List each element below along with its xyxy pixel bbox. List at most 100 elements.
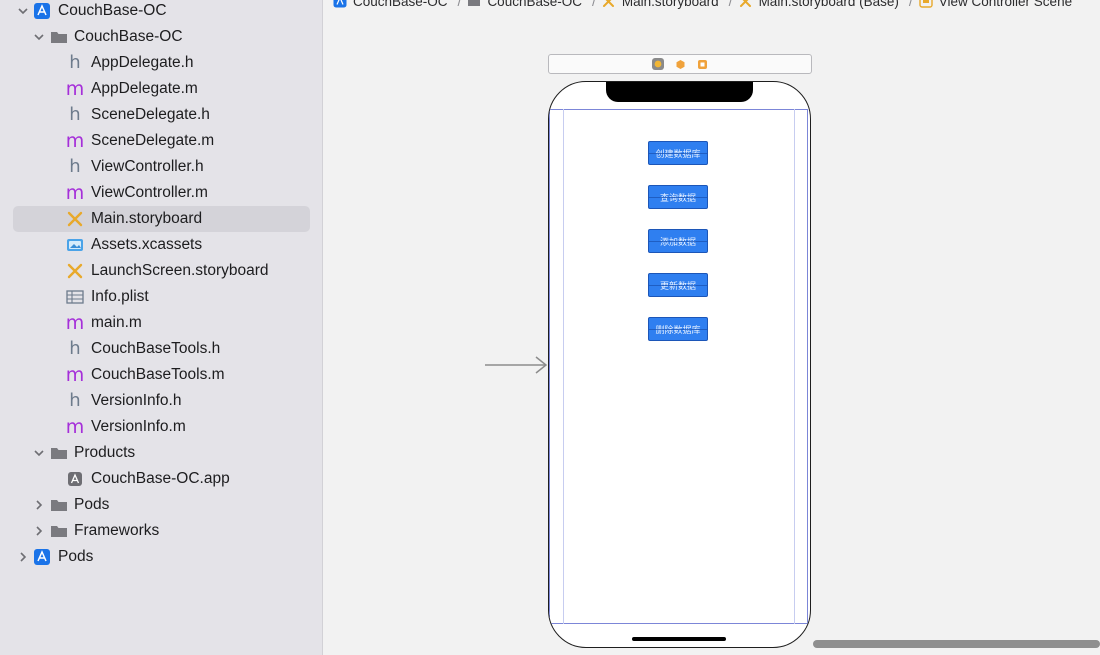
- query-data-button[interactable]: 查询数据: [648, 185, 708, 209]
- file-row[interactable]: Assets.xcassets: [0, 232, 322, 258]
- file-label: ViewController.h: [91, 158, 204, 175]
- file-label: Assets.xcassets: [91, 236, 203, 253]
- file-label: Info.plist: [91, 288, 149, 305]
- file-label: CouchBaseTools.m: [91, 366, 225, 383]
- view-controller-icon[interactable]: [652, 58, 664, 70]
- file-label: main.m: [91, 314, 142, 331]
- file-row[interactable]: m SceneDelegate.m: [0, 128, 322, 154]
- storyboard-icon: [66, 210, 84, 228]
- plist-icon: [66, 288, 84, 306]
- exit-icon[interactable]: [696, 58, 708, 70]
- product-app-row[interactable]: CouchBase-OC.app: [0, 466, 322, 492]
- file-label: VersionInfo.m: [91, 418, 186, 435]
- chevron-down-icon[interactable]: [16, 4, 30, 18]
- update-data-button[interactable]: 更新数据: [648, 273, 708, 297]
- jumpbar-separator: /: [457, 0, 462, 9]
- chevron-down-icon[interactable]: [32, 30, 46, 44]
- file-label: CouchBaseTools.h: [91, 340, 221, 357]
- file-row[interactable]: m ViewController.m: [0, 180, 322, 206]
- device-frame: 创建数据库 查询数据 添加数据 更新数据 删除数据库: [548, 81, 811, 648]
- pods-project-label: Pods: [58, 548, 94, 565]
- header-file-icon: h: [69, 52, 81, 73]
- pods-group-label: Pods: [74, 496, 110, 513]
- objc-file-icon: m: [65, 415, 85, 438]
- file-row[interactable]: m AppDelegate.m: [0, 76, 322, 102]
- file-label: AppDelegate.h: [91, 54, 194, 71]
- folder-icon: [467, 0, 481, 8]
- file-row[interactable]: LaunchScreen.storyboard: [0, 258, 322, 284]
- first-responder-icon[interactable]: [674, 58, 686, 70]
- frameworks-label: Frameworks: [74, 522, 160, 539]
- chevron-right-icon[interactable]: [32, 498, 46, 512]
- file-row[interactable]: h CouchBaseTools.h: [0, 336, 322, 362]
- create-database-button[interactable]: 创建数据库: [648, 141, 708, 165]
- file-row[interactable]: h VersionInfo.h: [0, 388, 322, 414]
- xcode-project-icon: [333, 0, 347, 8]
- jumpbar-crumb-label: View Controller Scene: [938, 0, 1073, 9]
- file-row[interactable]: m VersionInfo.m: [0, 414, 322, 440]
- home-indicator: [632, 637, 726, 641]
- file-label: Main.storyboard: [91, 210, 203, 227]
- scene-dock: [548, 54, 812, 74]
- storyboard-icon: [66, 262, 84, 280]
- jumpbar-separator: /: [591, 0, 596, 9]
- folder-icon: [50, 496, 68, 514]
- objc-file-icon: m: [65, 181, 85, 204]
- jumpbar-separator: /: [728, 0, 733, 9]
- jumpbar-crumb[interactable]: View Controller Scene: [919, 0, 1072, 9]
- folder-icon: [50, 28, 68, 46]
- scene-icon: [919, 0, 933, 8]
- objc-file-icon: m: [65, 311, 85, 334]
- jumpbar-crumb[interactable]: CouchBase-OC: [333, 0, 448, 9]
- project-navigator: CouchBase-OC CouchBase-OC h AppDelegate.…: [0, 0, 323, 655]
- folder-icon: [50, 444, 68, 462]
- product-app-label: CouchBase-OC.app: [91, 470, 230, 487]
- file-row[interactable]: h ViewController.h: [0, 154, 322, 180]
- delete-database-button[interactable]: 删除数据库: [648, 317, 708, 341]
- header-file-icon: h: [69, 390, 81, 411]
- nav-pods-project-row[interactable]: Pods: [0, 544, 322, 570]
- asset-catalog-icon: [66, 236, 84, 254]
- products-label: Products: [74, 444, 136, 461]
- file-row[interactable]: h SceneDelegate.h: [0, 102, 322, 128]
- objc-file-icon: m: [65, 77, 85, 100]
- app-product-icon: [66, 470, 84, 488]
- file-row-selected[interactable]: Main.storyboard: [0, 206, 322, 232]
- jumpbar-crumb[interactable]: CouchBase-OC: [467, 0, 582, 9]
- chevron-right-icon[interactable]: [16, 550, 30, 564]
- file-row[interactable]: m CouchBaseTools.m: [0, 362, 322, 388]
- file-row[interactable]: Info.plist: [0, 284, 322, 310]
- add-data-button[interactable]: 添加数据: [648, 229, 708, 253]
- jump-bar: CouchBase-OC / CouchBase-OC / Main.story…: [323, 0, 1100, 9]
- horizontal-scrollbar[interactable]: [813, 640, 1100, 648]
- xcode-project-icon: [33, 2, 51, 20]
- file-label: SceneDelegate.m: [91, 132, 215, 149]
- file-label: LaunchScreen.storyboard: [91, 262, 269, 279]
- objc-file-icon: m: [65, 363, 85, 386]
- file-label: VersionInfo.h: [91, 392, 182, 409]
- jumpbar-crumb[interactable]: Main.storyboard: [602, 0, 719, 9]
- jumpbar-separator: /: [908, 0, 913, 9]
- jumpbar-crumb-label: CouchBase-OC: [487, 0, 582, 9]
- nav-frameworks-row[interactable]: Frameworks: [0, 518, 322, 544]
- objc-file-icon: m: [65, 129, 85, 152]
- nav-pods-group-row[interactable]: Pods: [0, 492, 322, 518]
- jumpbar-crumb-label: Main.storyboard (Base): [758, 0, 899, 9]
- file-label: ViewController.m: [91, 184, 208, 201]
- header-file-icon: h: [69, 338, 81, 359]
- jumpbar-crumb[interactable]: Main.storyboard (Base): [739, 0, 899, 9]
- nav-project-row[interactable]: CouchBase-OC: [0, 0, 322, 24]
- initial-view-controller-arrow: [485, 356, 548, 374]
- nav-group-row[interactable]: CouchBase-OC: [0, 24, 322, 50]
- storyboard-icon: [602, 0, 616, 8]
- header-file-icon: h: [69, 104, 81, 125]
- chevron-right-icon[interactable]: [32, 524, 46, 538]
- storyboard-icon: [739, 0, 753, 8]
- chevron-down-icon[interactable]: [32, 446, 46, 460]
- device-notch: [606, 82, 753, 102]
- file-row[interactable]: m main.m: [0, 310, 322, 336]
- jumpbar-crumb-label: Main.storyboard: [621, 0, 719, 9]
- file-row[interactable]: h AppDelegate.h: [0, 50, 322, 76]
- nav-products-row[interactable]: Products: [0, 440, 322, 466]
- project-label: CouchBase-OC: [58, 2, 167, 19]
